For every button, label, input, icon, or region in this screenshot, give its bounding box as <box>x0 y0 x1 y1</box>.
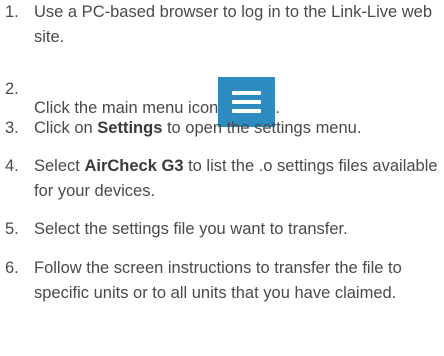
step-number: 1. <box>5 3 19 21</box>
step-text-content: Click the main menu icon <box>34 99 219 117</box>
step-text-content: Click on <box>34 119 98 137</box>
step-text: Use a PC-based browser to log in to the … <box>34 0 440 50</box>
step-text: Follow the screen instructions to transf… <box>34 256 440 306</box>
aircheck-term: AirCheck G3 <box>84 157 184 175</box>
step-number: 3. <box>5 119 19 137</box>
step-text: Select AirCheck G3 to list the .o settin… <box>34 154 440 204</box>
step-number: 2. <box>5 80 19 98</box>
step-text: Select the settings file you want to tra… <box>34 217 440 242</box>
step-text-content: Select <box>34 157 85 175</box>
step-text-suffix: . <box>275 99 280 117</box>
settings-term: Settings <box>97 119 163 137</box>
step-text-content: Select the settings file you want to tra… <box>34 220 348 238</box>
step-text: Click on Settings to open the settings m… <box>34 116 440 141</box>
step-number: 6. <box>5 259 19 277</box>
step-text-content: Follow the screen instructions to transf… <box>34 259 402 302</box>
step-number: 5. <box>5 220 19 238</box>
step-text-content: Use a PC-based browser to log in to the … <box>34 3 433 46</box>
step-text-suffix: to open the settings menu. <box>162 119 362 137</box>
step-number: 4. <box>5 157 19 175</box>
